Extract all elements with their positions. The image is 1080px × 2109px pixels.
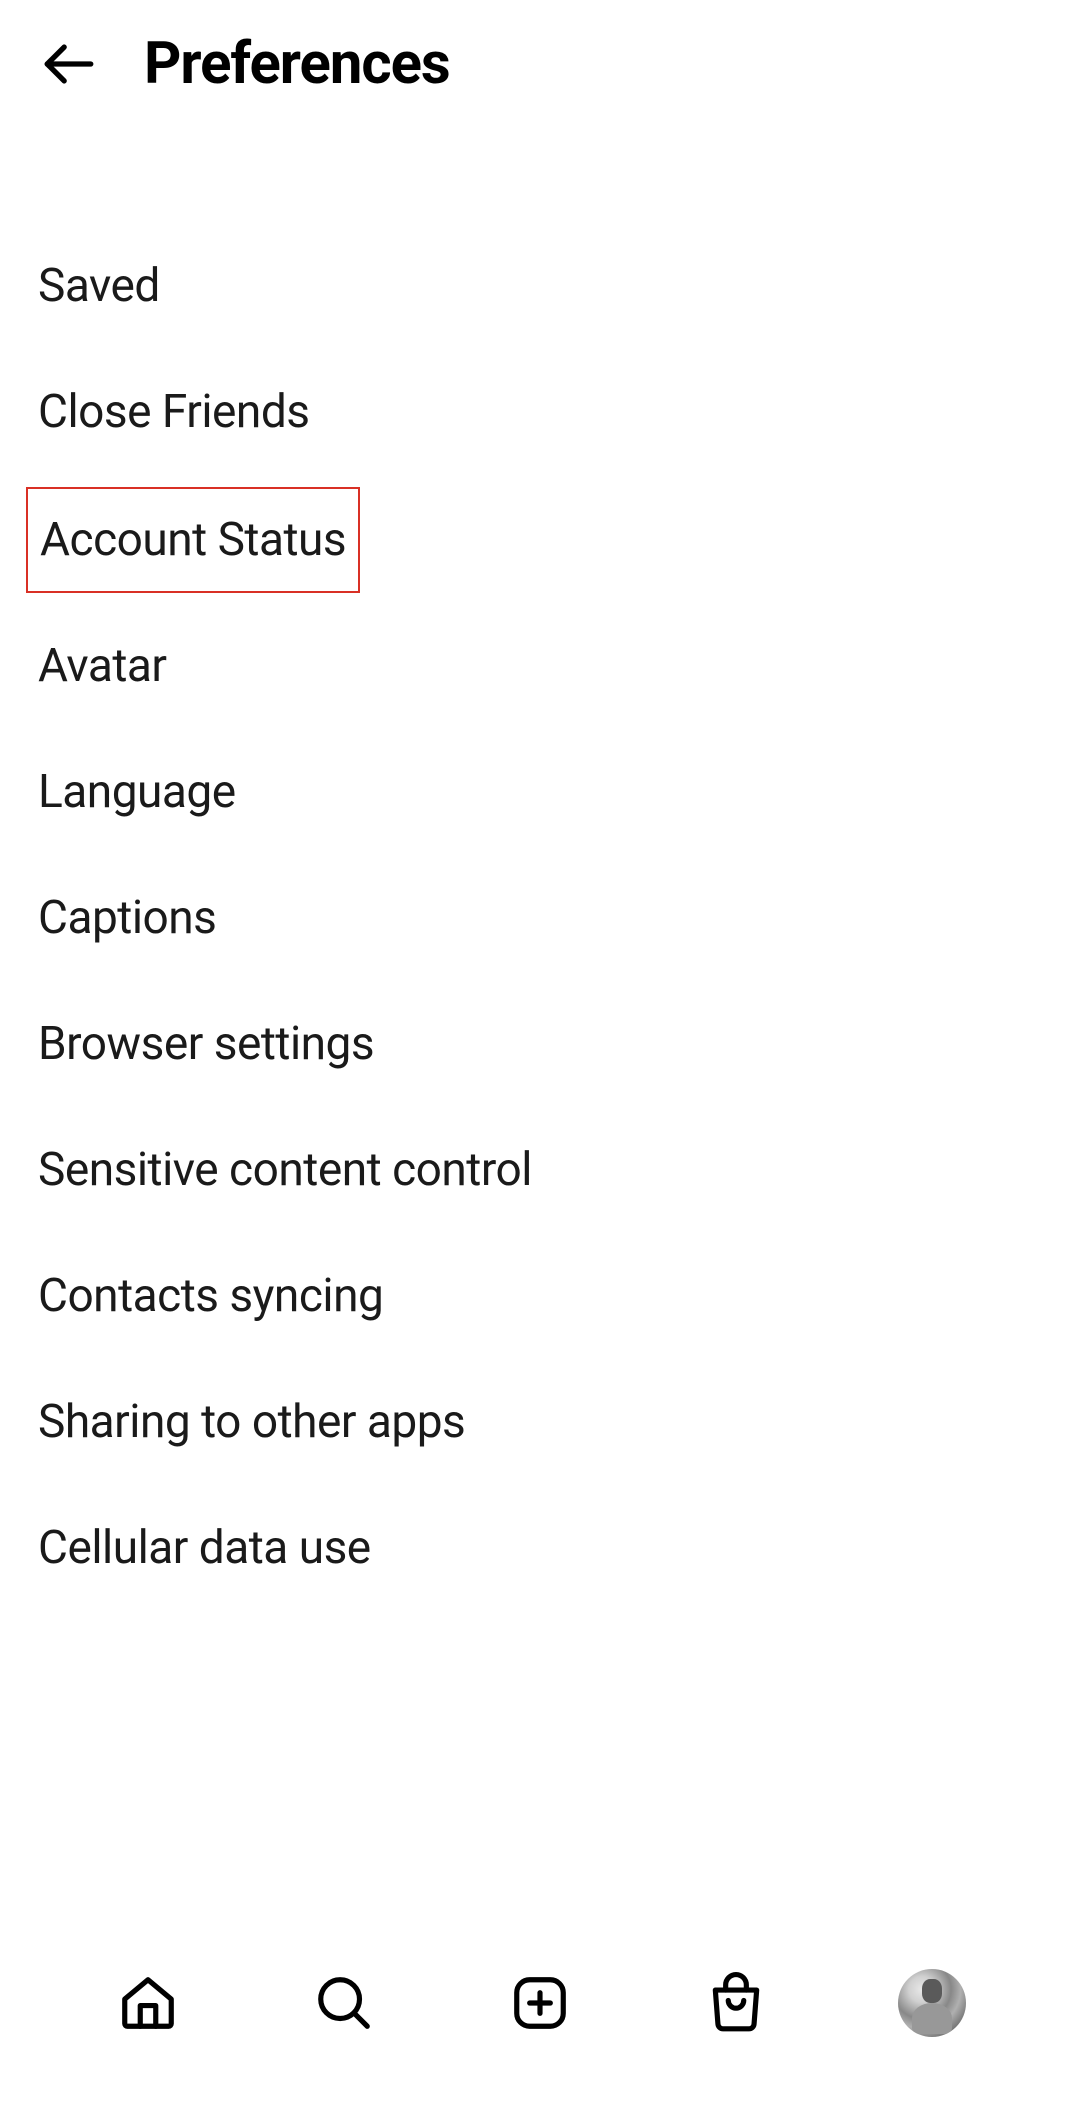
arrow-left-icon [40,35,98,93]
list-item-close-friends[interactable]: Close Friends [38,349,1042,475]
list-item-captions[interactable]: Captions [38,855,1042,981]
list-item-account-status[interactable]: Account Status [26,487,360,593]
list-item-language[interactable]: Language [38,729,1042,855]
shopping-bag-icon [705,1972,767,2034]
header: Preferences [0,0,1080,128]
nav-create[interactable] [504,1967,576,2039]
list-item-saved[interactable]: Saved [38,223,1042,349]
page-title: Preferences [144,30,450,98]
nav-shop[interactable] [700,1967,772,2039]
list-item-sensitive-content-control[interactable]: Sensitive content control [38,1107,1042,1233]
list-item-sharing-to-other-apps[interactable]: Sharing to other apps [38,1359,1042,1485]
home-icon [117,1972,179,2034]
plus-square-icon [509,1972,571,2034]
list-item-cellular-data-use[interactable]: Cellular data use [38,1485,1042,1611]
bottom-nav [0,1967,1080,2039]
back-button[interactable] [40,35,98,93]
nav-home[interactable] [112,1967,184,2039]
nav-profile[interactable] [896,1967,968,2039]
preferences-list: Saved Close Friends Account Status Avata… [0,223,1080,1611]
avatar-icon [898,1969,966,2037]
list-item-avatar[interactable]: Avatar [38,603,1042,729]
search-icon [313,1972,375,2034]
list-item-browser-settings[interactable]: Browser settings [38,981,1042,1107]
list-item-contacts-syncing[interactable]: Contacts syncing [38,1233,1042,1359]
nav-search[interactable] [308,1967,380,2039]
